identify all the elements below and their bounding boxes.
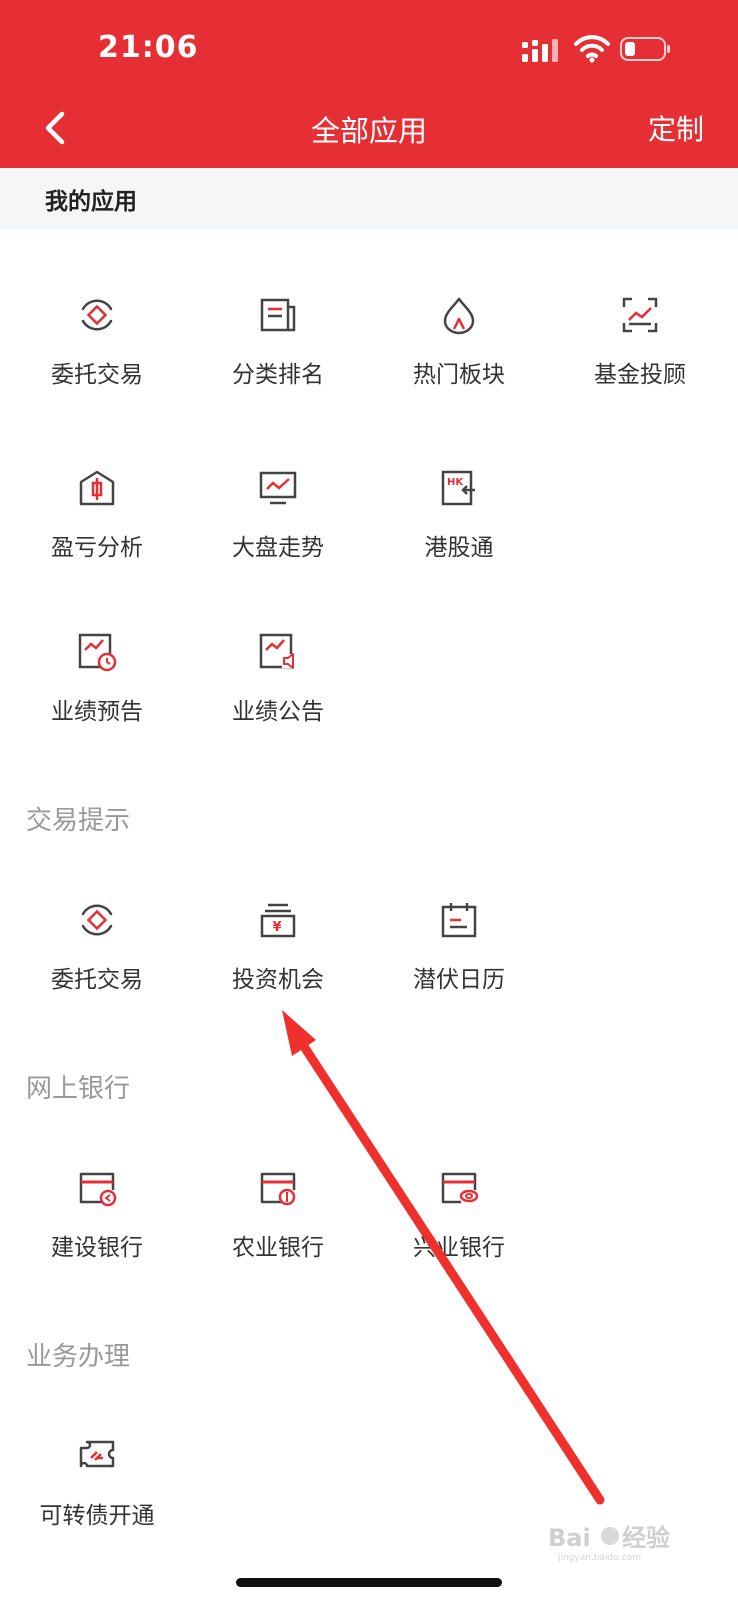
app-label: 业绩公告 bbox=[232, 699, 324, 725]
app-earnings-announcement[interactable]: 业绩公告 bbox=[187, 632, 369, 752]
app-category-ranking[interactable]: 分类排名 bbox=[187, 295, 369, 415]
svg-text:¥: ¥ bbox=[273, 920, 282, 935]
svg-text:经验: 经验 bbox=[622, 1524, 670, 1552]
app-convertible-bond[interactable]: 可转债开通 bbox=[6, 1436, 188, 1556]
entrust-icon bbox=[81, 904, 113, 936]
app-ccb[interactable]: 建设银行 bbox=[6, 1168, 188, 1288]
abc-card-icon bbox=[260, 1172, 296, 1206]
app-label: 农业银行 bbox=[232, 1235, 324, 1261]
customize-button[interactable]: 定制 bbox=[648, 108, 704, 148]
app-fund-advisor[interactable]: 基金投顾 bbox=[549, 295, 731, 415]
app-hot-sector[interactable]: 热门板块 bbox=[368, 295, 550, 415]
battery-icon bbox=[620, 37, 670, 61]
app-label: 潜伏日历 bbox=[413, 967, 505, 993]
my-apps-header: 我的应用 bbox=[0, 168, 738, 230]
section-title-online-banking: 网上银行 bbox=[26, 1074, 131, 1104]
convertible-bond-icon bbox=[79, 1440, 115, 1468]
entrust-icon bbox=[81, 299, 113, 331]
app-label: 大盘走势 bbox=[232, 535, 324, 561]
app-market-trend[interactable]: 大盘走势 bbox=[187, 468, 369, 588]
app-abc[interactable]: 农业银行 bbox=[187, 1168, 369, 1288]
svg-text:jingyan.baidu.com: jingyan.baidu.com bbox=[557, 1553, 641, 1563]
app-label: 投资机会 bbox=[232, 967, 324, 993]
hot-sector-icon bbox=[443, 297, 475, 335]
app-hk-connect[interactable]: HK 港股通 bbox=[368, 468, 550, 588]
section-title-business: 业务办理 bbox=[26, 1342, 131, 1372]
svg-text:Bai: Bai bbox=[548, 1524, 591, 1552]
app-earnings-forecast[interactable]: 业绩预告 bbox=[6, 632, 188, 752]
app-entrust-trade-2[interactable]: 委托交易 bbox=[6, 900, 188, 1020]
cib-card-icon bbox=[441, 1172, 479, 1204]
section-title-trade-tips: 交易提示 bbox=[26, 806, 131, 836]
status-time: 21:06 bbox=[98, 30, 199, 65]
fund-advisor-icon bbox=[622, 297, 658, 333]
app-label: 可转债开通 bbox=[39, 1503, 155, 1529]
app-investment-opportunity[interactable]: ¥ 投资机会 bbox=[187, 900, 369, 1020]
baidu-watermark-logo: Bai 经验 jingyan.baidu.com bbox=[548, 1524, 670, 1563]
app-entrust-trade[interactable]: 委托交易 bbox=[6, 295, 188, 415]
app-ambush-calendar[interactable]: 潜伏日历 bbox=[368, 900, 550, 1020]
top-bar: 21:06 全部应用 定制 bbox=[0, 0, 738, 168]
home-indicator[interactable] bbox=[236, 1578, 502, 1587]
ranking-icon bbox=[260, 298, 296, 332]
app-profit-analysis[interactable]: 盈亏分析 bbox=[6, 468, 188, 588]
hk-connect-icon: HK bbox=[441, 470, 475, 506]
app-label: 业绩预告 bbox=[51, 699, 143, 725]
app-label: 基金投顾 bbox=[594, 362, 686, 388]
profit-analysis-icon bbox=[79, 470, 115, 506]
earnings-announcement-icon bbox=[259, 633, 296, 669]
earnings-forecast-icon bbox=[78, 633, 117, 672]
app-label: 港股通 bbox=[424, 535, 494, 561]
ccb-card-icon bbox=[79, 1172, 117, 1207]
app-cib[interactable]: 兴业银行 bbox=[368, 1168, 550, 1288]
app-label: 建设银行 bbox=[51, 1235, 143, 1261]
wifi-icon bbox=[574, 35, 610, 63]
investment-opportunity-icon: ¥ bbox=[260, 903, 296, 938]
market-trend-icon bbox=[259, 471, 297, 505]
calendar-icon bbox=[441, 903, 477, 938]
all-apps-screen: 21:06 全部应用 定制 我的应用 委托交易 分类排名 热门板块 基金投顾 盈… bbox=[0, 0, 738, 1600]
app-label: 委托交易 bbox=[51, 362, 143, 388]
svg-text:HK: HK bbox=[447, 477, 464, 488]
app-label: 兴业银行 bbox=[413, 1235, 505, 1261]
signal-icon bbox=[522, 39, 558, 62]
my-apps-title: 我的应用 bbox=[45, 189, 137, 215]
app-label: 委托交易 bbox=[51, 967, 143, 993]
app-label: 分类排名 bbox=[232, 362, 324, 388]
page-title: 全部应用 bbox=[310, 114, 427, 148]
app-label: 盈亏分析 bbox=[51, 535, 143, 561]
app-label: 热门板块 bbox=[413, 362, 505, 388]
